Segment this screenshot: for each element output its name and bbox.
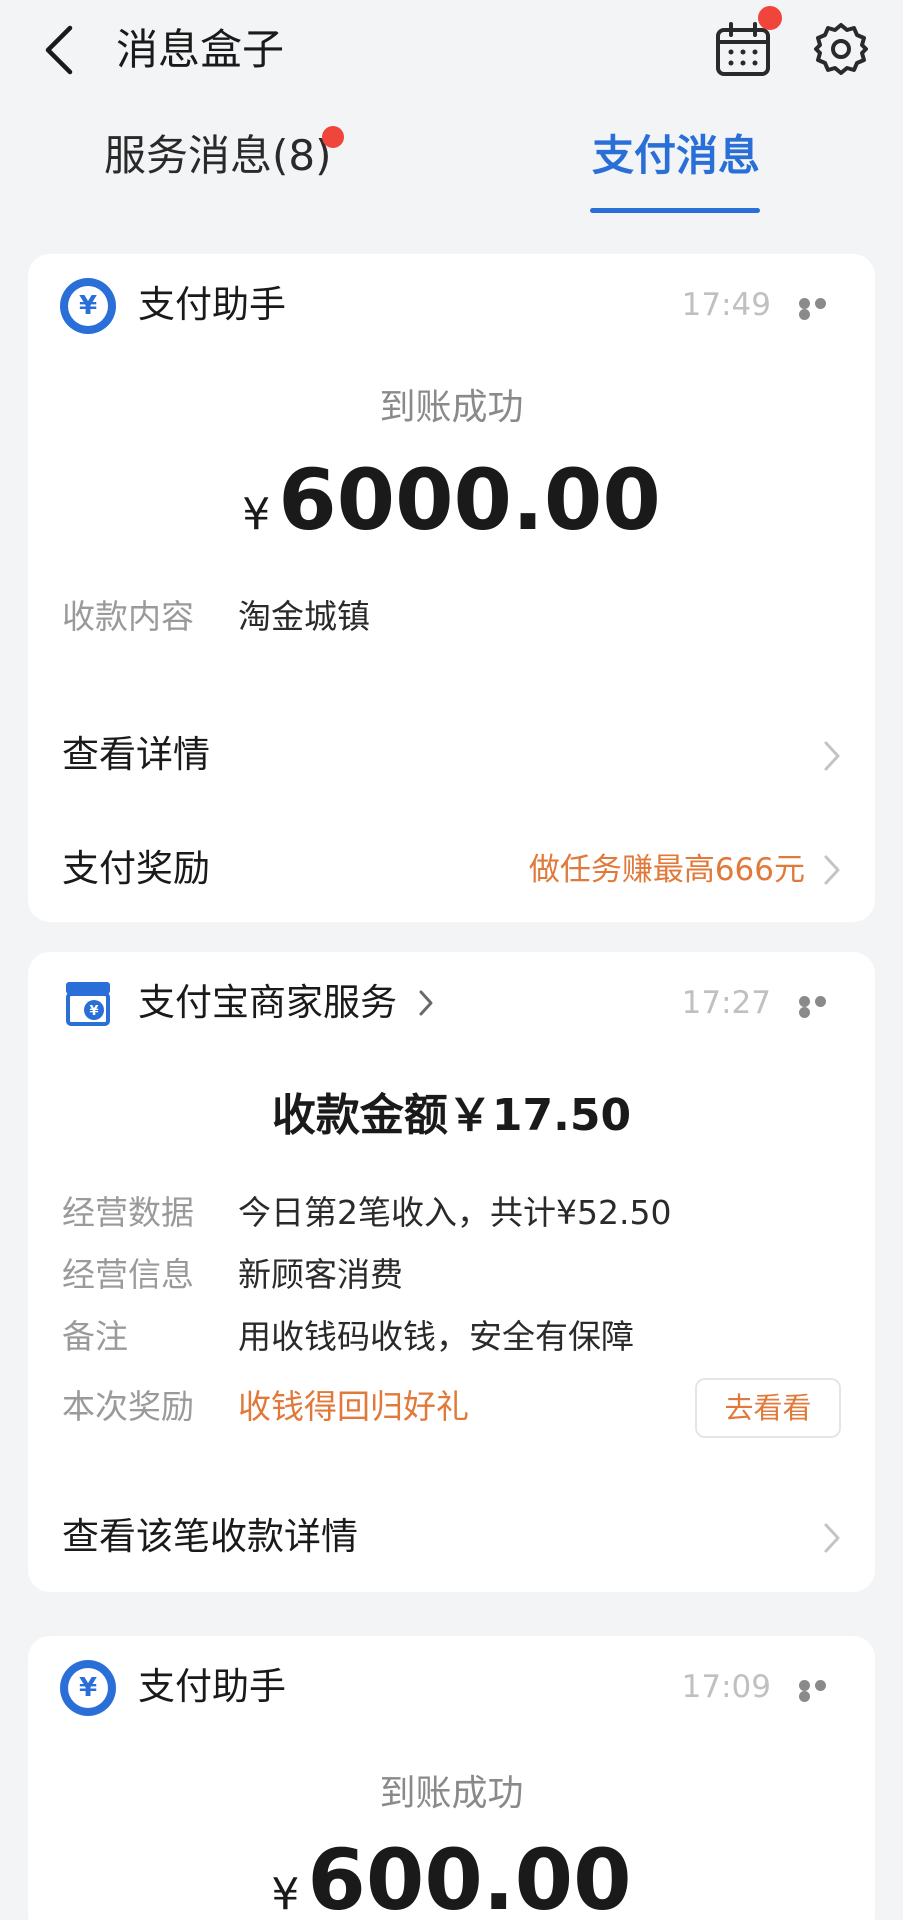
chevron-right-icon (419, 990, 433, 1016)
tab-pay-messages[interactable]: 支付消息 (592, 128, 760, 184)
chevron-right-icon (824, 1523, 840, 1553)
message-time: 17:27 (681, 985, 771, 1021)
field-key: 收款内容 (62, 597, 194, 636)
amount-value: 6000.00 (278, 451, 661, 549)
tab-service-messages[interactable]: 服务消息(8) (104, 128, 332, 184)
gear-icon[interactable] (814, 22, 868, 76)
field-value: 新顾客消费 (238, 1255, 403, 1294)
message-time: 17:49 (681, 287, 771, 323)
row-label: 支付奖励 (62, 847, 210, 890)
sender-name: 支付助手 (138, 283, 286, 326)
view-details-row[interactable]: 查看详情 (62, 726, 841, 786)
message-card: ¥ 支付助手 17:09 到账成功 ¥600.00 (28, 1636, 875, 1920)
more-icon[interactable] (799, 1680, 845, 1702)
service-tab-badge (322, 126, 344, 148)
view-payment-details-row[interactable]: 查看该笔收款详情 (62, 1508, 841, 1568)
field-value: 用收钱码收钱，安全有保障 (238, 1317, 634, 1356)
chevron-right-icon (824, 741, 840, 771)
amount: ¥600.00 (28, 1830, 875, 1920)
merchant-shop-icon: ¥ (66, 982, 110, 1026)
currency-symbol: ¥ (242, 489, 271, 540)
active-tab-indicator (590, 208, 760, 213)
more-icon[interactable] (799, 298, 845, 320)
message-card: ¥ 支付宝商家服务 17:27 收款金额￥17.50 经营数据 今日第2笔收入，共… (28, 952, 875, 1592)
field-key: 经营信息 (62, 1255, 194, 1294)
calendar-icon[interactable] (714, 20, 772, 78)
currency-symbol: ¥ (271, 1869, 300, 1920)
field-key: 备注 (62, 1317, 128, 1356)
card-header: ¥ 支付宝商家服务 17:27 (28, 952, 875, 1048)
back-arrow-icon[interactable] (40, 24, 80, 76)
field-value: 淘金城镇 (238, 597, 370, 636)
field-row: 本次奖励 收钱得回归好礼 (62, 1384, 469, 1430)
row-label: 查看该笔收款详情 (62, 1515, 358, 1558)
reward-promo-text: 做任务赚最高666元 (528, 852, 805, 888)
field-key: 本次奖励 (62, 1387, 194, 1426)
amount: ¥6000.00 (28, 450, 875, 574)
card-header: ¥ 支付助手 17:49 (28, 254, 875, 350)
field-row: 收款内容 淘金城镇 (62, 594, 370, 640)
chevron-right-icon (824, 855, 840, 885)
pay-reward-row[interactable]: 支付奖励 做任务赚最高666元 (62, 840, 841, 900)
sender-name[interactable]: 支付宝商家服务 (138, 978, 397, 1028)
page-title: 消息盒子 (116, 25, 285, 74)
field-row: 经营信息 新顾客消费 (62, 1252, 403, 1298)
field-value: 收钱得回归好礼 (238, 1387, 469, 1426)
status-text: 到账成功 (379, 1773, 524, 1814)
field-value: 今日第2笔收入，共计¥52.50 (238, 1193, 672, 1232)
amount-value: 600.00 (307, 1831, 632, 1920)
calendar-badge (758, 6, 782, 30)
field-row: 经营数据 今日第2笔收入，共计¥52.50 (62, 1190, 671, 1236)
status-text: 到账成功 (379, 387, 524, 428)
pay-assistant-icon: ¥ (60, 278, 116, 334)
pay-assistant-icon: ¥ (60, 1660, 116, 1716)
sender-name: 支付助手 (138, 1665, 286, 1708)
message-time: 17:09 (681, 1669, 771, 1705)
message-tabs: 服务消息(8) 支付消息 (0, 118, 903, 218)
svg-text:¥: ¥ (89, 1004, 98, 1019)
more-icon[interactable] (799, 996, 845, 1018)
received-amount-headline: 收款金额￥17.50 (271, 1090, 632, 1141)
message-card: ¥ 支付助手 17:49 到账成功 ¥6000.00 收款内容 淘金城镇 查看详情… (28, 254, 875, 922)
field-row: 备注 用收钱码收钱，安全有保障 (62, 1314, 634, 1360)
top-bar: 消息盒子 (0, 0, 903, 100)
row-label: 查看详情 (62, 733, 210, 776)
field-key: 经营数据 (62, 1193, 194, 1232)
card-header: ¥ 支付助手 17:09 (28, 1636, 875, 1732)
go-look-button[interactable]: 去看看 (695, 1378, 841, 1438)
